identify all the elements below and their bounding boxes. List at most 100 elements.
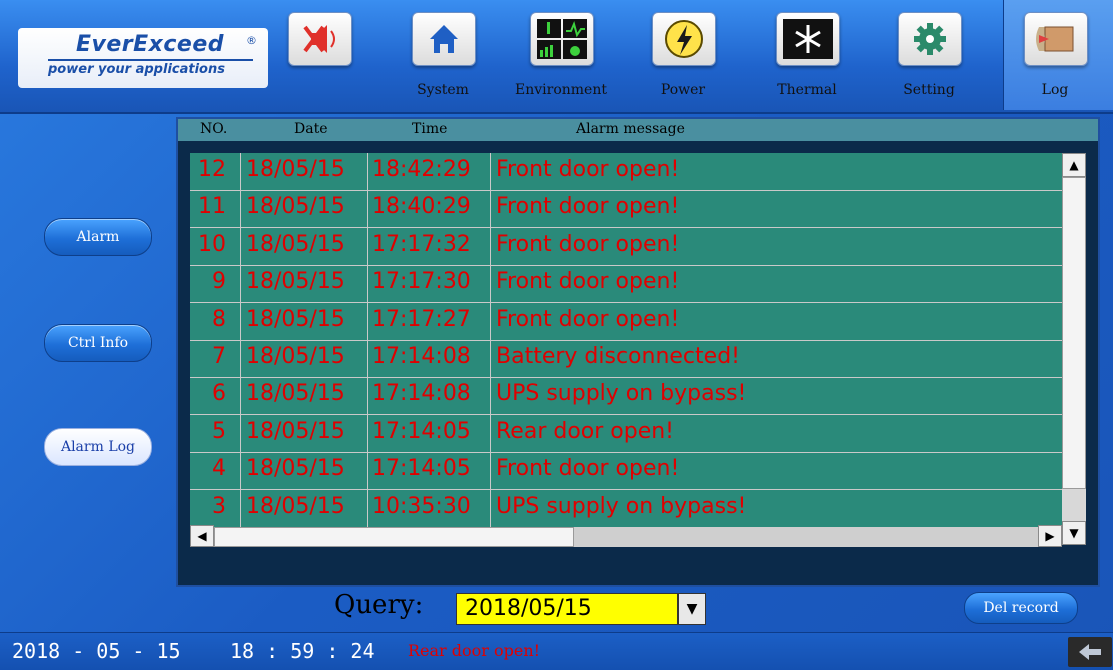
vertical-scrollbar[interactable]: ▲ ▼ [1062, 153, 1086, 545]
column-header-date: Date [294, 121, 328, 137]
scroll-right-arrow-icon[interactable]: ▶ [1038, 525, 1062, 547]
horizontal-scrollbar[interactable]: ◀ ▶ [190, 525, 1062, 547]
cell-date: 18/05/15 [246, 306, 345, 332]
cell-message: Front door open! [496, 306, 680, 332]
nav-system-label: System [417, 82, 469, 98]
status-bar: 2018 - 05 - 15 18 : 59 : 24 Rear door op… [0, 632, 1113, 670]
alarm-list[interactable]: 12 18/05/15 18:42:29 Front door open! 11 18/0… [190, 153, 1062, 527]
cell-message: UPS supply on bypass! [496, 381, 747, 407]
status-alarm-message: Rear door open! [408, 641, 541, 660]
cell-message: Front door open! [496, 231, 680, 257]
back-arrow-icon [1079, 644, 1101, 660]
cell-no: 12 [198, 157, 226, 182]
table-row[interactable]: 7 18/05/15 17:14:08 Battery disconnected! [190, 340, 1062, 378]
mute-button[interactable] [288, 12, 352, 66]
cell-message: Front door open! [496, 456, 680, 482]
cell-message: Front door open! [496, 157, 680, 182]
nav-system-button[interactable] [412, 12, 476, 66]
snowflake-icon [783, 19, 833, 59]
query-label: Query: [334, 590, 424, 620]
sidebar-ctrl-info-button[interactable]: Ctrl Info [44, 324, 152, 362]
scroll-left-arrow-icon[interactable]: ◀ [190, 525, 214, 547]
column-header-no: NO. [200, 121, 228, 137]
table-row[interactable]: 5 18/05/15 17:14:05 Rear door open! [190, 415, 1062, 453]
del-record-button[interactable]: Del record [964, 592, 1078, 624]
cell-date: 18/05/15 [246, 493, 345, 519]
nav-environment-button[interactable] [530, 12, 594, 66]
cell-time: 17:17:32 [372, 231, 471, 257]
nav-power-label: Power [660, 82, 706, 98]
cell-date: 18/05/15 [246, 157, 345, 182]
table-row[interactable]: 4 18/05/15 17:14:05 Front door open! [190, 452, 1062, 491]
dropdown-arrow-icon[interactable]: ▼ [678, 593, 706, 625]
top-navigation-bar: EverExceed ® power your applications Sys… [0, 0, 1113, 114]
cell-time: 17:14:05 [372, 456, 471, 482]
cell-time: 17:14:05 [372, 418, 471, 444]
cell-date: 18/05/15 [246, 194, 345, 220]
sidebar-alarm-button[interactable]: Alarm [44, 218, 152, 256]
column-header-message: Alarm message [576, 121, 685, 137]
brand-name: EverExceed [76, 32, 224, 57]
cell-date: 18/05/15 [246, 418, 345, 444]
logo-underline [48, 59, 253, 61]
alarm-log-panel: NO. Date Time Alarm message 12 18/05/15 18… [176, 117, 1100, 587]
nav-thermal-button[interactable] [776, 12, 840, 66]
nav-thermal-label: Thermal [777, 82, 837, 98]
cell-date: 18/05/15 [246, 456, 345, 482]
cell-message: UPS supply on bypass! [496, 493, 747, 519]
cell-no: 11 [198, 194, 226, 220]
table-row[interactable]: 8 18/05/15 17:17:27 Front door open! [190, 303, 1062, 341]
status-date: 2018 - 05 - 15 [12, 639, 181, 663]
cell-date: 18/05/15 [246, 344, 345, 369]
environment-panels-icon [537, 19, 587, 59]
cell-no: 8 [212, 306, 226, 332]
nav-setting-button[interactable] [898, 12, 962, 66]
scroll-up-arrow-icon[interactable]: ▲ [1062, 153, 1086, 177]
horizontal-scroll-thumb[interactable] [214, 527, 574, 547]
cell-date: 18/05/15 [246, 269, 345, 295]
query-date-value: 2018/05/15 [465, 596, 592, 621]
nav-log-label: Log [1041, 82, 1069, 98]
back-button[interactable] [1068, 637, 1112, 667]
table-row[interactable]: 9 18/05/15 17:17:30 Front door open! [190, 265, 1062, 304]
cell-time: 17:17:27 [372, 306, 471, 332]
cell-date: 18/05/15 [246, 381, 345, 407]
cell-no: 7 [212, 344, 226, 369]
cell-no: 6 [212, 381, 226, 407]
nav-power-button[interactable] [652, 12, 716, 66]
cell-message: Front door open! [496, 269, 680, 295]
sidebar-alarm-log-button[interactable]: Alarm Log [44, 428, 152, 466]
cell-no: 4 [212, 456, 226, 482]
cell-no: 5 [212, 418, 226, 444]
cell-message: Battery disconnected! [496, 344, 740, 369]
nav-setting-label: Setting [903, 82, 955, 98]
table-row[interactable]: 3 18/05/15 10:35:30 UPS supply on bypass! [190, 490, 1062, 527]
query-date-select[interactable]: 2018/05/15 [456, 593, 678, 625]
column-header-time: Time [412, 121, 448, 137]
registered-mark: ® [246, 34, 257, 47]
table-row[interactable]: 10 18/05/15 17:17:32 Front door open! [190, 228, 1062, 266]
cell-no: 3 [212, 493, 226, 519]
brand-tagline: power your applications [48, 62, 225, 77]
cell-time: 18:42:29 [372, 157, 471, 182]
table-row[interactable]: 11 18/05/15 18:40:29 Front door open! [190, 190, 1062, 229]
vertical-scroll-thumb[interactable] [1062, 177, 1086, 489]
cell-message: Front door open! [496, 194, 680, 220]
cell-no: 10 [198, 231, 226, 257]
cell-time: 10:35:30 [372, 493, 471, 519]
table-row[interactable]: 12 18/05/15 18:42:29 Front door open! [190, 153, 1062, 191]
nav-environment-label: Environment [515, 82, 607, 98]
lightning-icon [665, 20, 703, 58]
speaker-muted-icon [303, 25, 335, 53]
cell-time: 18:40:29 [372, 194, 471, 220]
brand-logo: EverExceed ® power your applications [18, 28, 268, 88]
table-row[interactable]: 6 18/05/15 17:14:08 UPS supply on bypass! [190, 377, 1062, 416]
scroll-down-arrow-icon[interactable]: ▼ [1062, 521, 1086, 545]
cell-time: 17:17:30 [372, 269, 471, 295]
nav-log-button[interactable] [1024, 12, 1088, 66]
cell-time: 17:14:08 [372, 344, 471, 369]
hmi-screen: EverExceed ® power your applications Sys… [0, 0, 1113, 670]
gear-icon [914, 23, 946, 55]
status-time: 18 : 59 : 24 [230, 639, 375, 663]
home-icon [430, 25, 458, 53]
